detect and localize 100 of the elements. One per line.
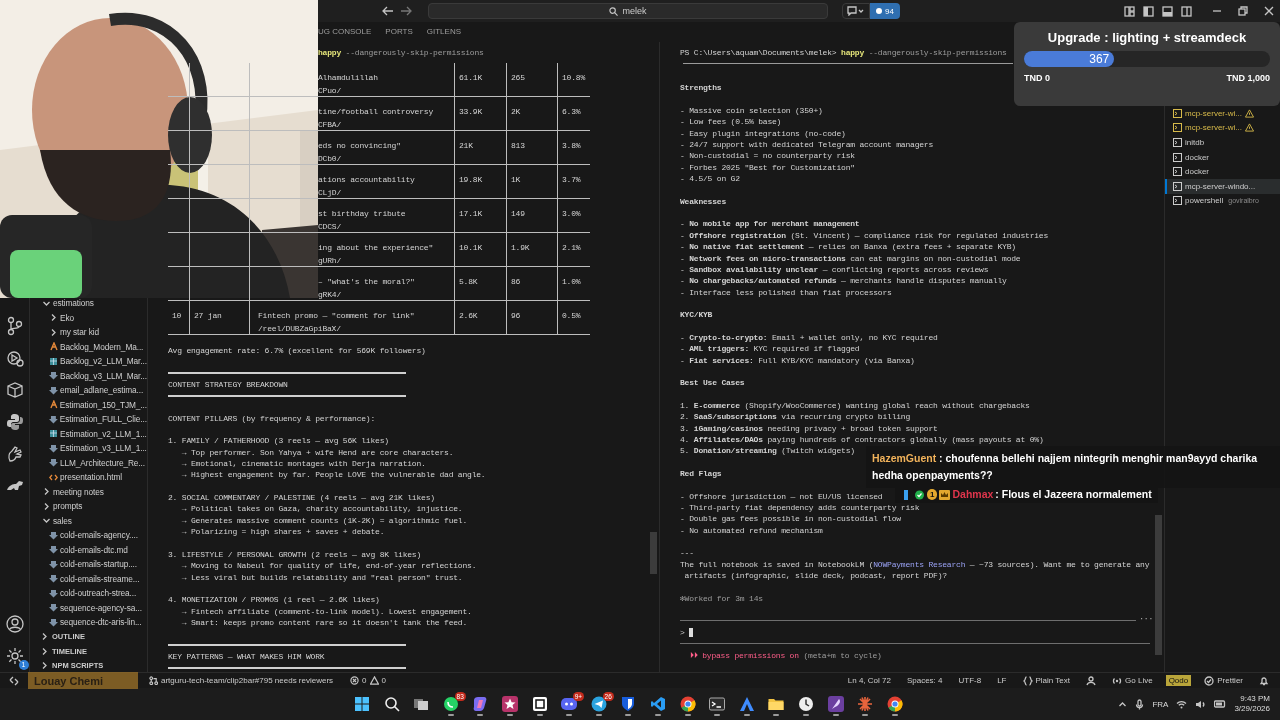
search-icon[interactable] <box>383 696 400 712</box>
browser-icon[interactable] <box>886 696 903 712</box>
close-icon[interactable] <box>1264 6 1274 16</box>
folder-item[interactable]: prompts <box>30 499 147 514</box>
file-item[interactable]: cold-emails-agency.... <box>30 528 147 543</box>
status-badge[interactable]: 94 <box>870 3 900 19</box>
command-center[interactable]: melek <box>428 3 828 19</box>
terminal-line: 4. MONETIZATION / PROMOS (1 reel — 2.6K likes) <box>168 594 380 606</box>
status-item[interactable]: UTF-8 <box>955 675 985 686</box>
starburst-icon[interactable] <box>857 696 874 712</box>
folder-item[interactable]: meeting notes <box>30 484 147 499</box>
paper-plane-icon[interactable] <box>590 696 607 712</box>
play-bug-icon[interactable] <box>4 348 25 368</box>
prompt-input[interactable]: > <box>680 626 1156 639</box>
chevron-up-icon[interactable] <box>1118 699 1128 709</box>
panel-tab[interactable]: PORTS <box>385 24 413 40</box>
status-item[interactable]: Plain Text <box>1019 674 1074 687</box>
folder-item[interactable]: sales <box>30 513 147 528</box>
status-item[interactable]: Spaces: 4 <box>903 675 946 686</box>
sidebar-left-icon[interactable] <box>1143 5 1154 17</box>
code-brackets-icon <box>49 472 58 482</box>
terminal-tab[interactable]: mcp-server-wi... <box>1165 106 1280 121</box>
terminal-tab[interactable]: docker <box>1165 149 1280 165</box>
microphone-icon[interactable] <box>1135 698 1145 710</box>
scrollbar-thumb[interactable] <box>1155 515 1162 655</box>
sparkle-icon[interactable] <box>472 696 489 712</box>
terminal-line: - 4.5/5 on G2 <box>680 173 740 185</box>
notebook-icon[interactable] <box>531 696 548 712</box>
file-item[interactable]: Estimation_150_TJM_... <box>30 397 147 412</box>
pull-request-status[interactable]: artguru-tech-team/clip2bar#795 needs reviewers <box>146 675 337 686</box>
error-icon <box>350 676 360 685</box>
terminal-tab[interactable]: docker <box>1165 164 1280 179</box>
file-item[interactable]: Backlog_v2_LLM_Mar... <box>30 354 147 369</box>
code-editor-icon[interactable] <box>649 696 666 712</box>
file-item[interactable]: LLM_Architecture_Re... <box>30 455 147 470</box>
terminal-line: Weaknesses <box>680 195 726 208</box>
dot-icon <box>876 8 882 14</box>
terminal-line: Red Flags <box>680 468 722 480</box>
clock-time[interactable]: 9:43 PM <box>1240 694 1270 704</box>
terminal-tab[interactable]: initdb <box>1165 135 1280 150</box>
file-item[interactable]: email_adlane_estima... <box>30 383 147 398</box>
file-item[interactable]: sequence-agency-sa... <box>30 600 147 615</box>
restore-icon[interactable] <box>1238 6 1248 16</box>
scrollbar-thumb[interactable] <box>650 532 657 574</box>
terminal-line: - 24/7 support with dedicated Telegram account managers <box>680 139 934 151</box>
terminal-tab[interactable]: mcp-server-windo... <box>1165 178 1280 194</box>
file-item[interactable]: cold-emails-startup.... <box>30 557 147 572</box>
remote-icon[interactable] <box>9 675 19 686</box>
table-cell-text: 10.8% <box>561 72 587 85</box>
file-item[interactable]: Estimation_FULL_Clie... <box>30 412 147 427</box>
file-item[interactable]: Backlog_Modern_Ma... <box>30 339 147 354</box>
status-item[interactable]: Prettier <box>1201 674 1246 687</box>
file-item[interactable]: presentation.html <box>30 470 147 485</box>
box-icon[interactable] <box>4 380 25 400</box>
clock-date[interactable]: 3/29/2026 <box>1234 704 1270 714</box>
star-icon[interactable] <box>501 696 518 712</box>
status-item[interactable]: Ln 4, Col 72 <box>844 675 894 686</box>
problems-status[interactable]: 0 0 <box>350 676 386 685</box>
volume-icon[interactable] <box>1195 699 1207 709</box>
file-item[interactable]: sequence-dtc-aris-lin... <box>30 615 147 630</box>
battery-icon[interactable] <box>1214 700 1227 708</box>
panel-tab[interactable]: UG CONSOLE <box>318 24 372 40</box>
terminal-tab[interactable]: mcp-server-wi... <box>1165 120 1280 136</box>
table-cell: tine/football controversy CFBA/ <box>250 97 455 132</box>
python-icon[interactable] <box>4 412 25 432</box>
panel-tab[interactable]: GITLENS <box>426 24 461 40</box>
shield-icon[interactable] <box>620 696 637 712</box>
file-item[interactable]: cold-emails-streame... <box>30 571 147 586</box>
status-item[interactable]: Go Live <box>1109 674 1156 687</box>
settings-icon[interactable] <box>4 646 25 666</box>
folder-item[interactable]: my star kid <box>30 325 147 340</box>
terminal-line: Best Use Cases <box>680 377 745 389</box>
browser-icon[interactable] <box>679 696 696 712</box>
folder-icon[interactable] <box>768 696 785 712</box>
language-indicator[interactable]: FRA <box>1152 699 1169 709</box>
folder-item[interactable]: Eko <box>30 310 147 325</box>
task-view-icon[interactable] <box>413 696 430 712</box>
back-arrow-icon[interactable] <box>382 6 394 16</box>
forward-arrow-icon[interactable] <box>400 6 412 16</box>
panel-bottom-icon[interactable] <box>1162 5 1173 17</box>
triangle-icon[interactable] <box>738 696 755 712</box>
status-item[interactable]: Qodo <box>1165 675 1192 686</box>
layout-icon[interactable] <box>1124 5 1135 17</box>
table-cell-text: 0.5% <box>561 310 582 323</box>
status-item[interactable]: LF <box>994 675 1010 686</box>
account-icon[interactable] <box>4 614 25 634</box>
terminal-line: → Top performer. Son Yahya + wife Hend are core characters. <box>180 446 454 459</box>
feather-icon[interactable] <box>827 696 844 712</box>
folder-item[interactable]: estimations <box>30 296 147 311</box>
windows-logo-icon[interactable] <box>354 696 370 712</box>
sidebar-right-icon[interactable] <box>1181 5 1192 17</box>
file-item[interactable]: Estimation_v3_LLM_1... <box>30 441 147 456</box>
terminal-icon[interactable] <box>709 696 726 712</box>
file-item[interactable]: Estimation_v2_LLM_1... <box>30 426 147 441</box>
link[interactable]: NOWPayments Research <box>873 559 966 569</box>
clock-icon[interactable] <box>797 696 814 712</box>
file-item[interactable]: cold-outreach-strea... <box>30 586 147 601</box>
file-item[interactable]: cold-emails-dtc.md <box>30 542 147 557</box>
file-item[interactable]: Backlog_v3_LLM_Mar... <box>30 368 147 383</box>
wifi-icon[interactable] <box>1176 699 1188 709</box>
